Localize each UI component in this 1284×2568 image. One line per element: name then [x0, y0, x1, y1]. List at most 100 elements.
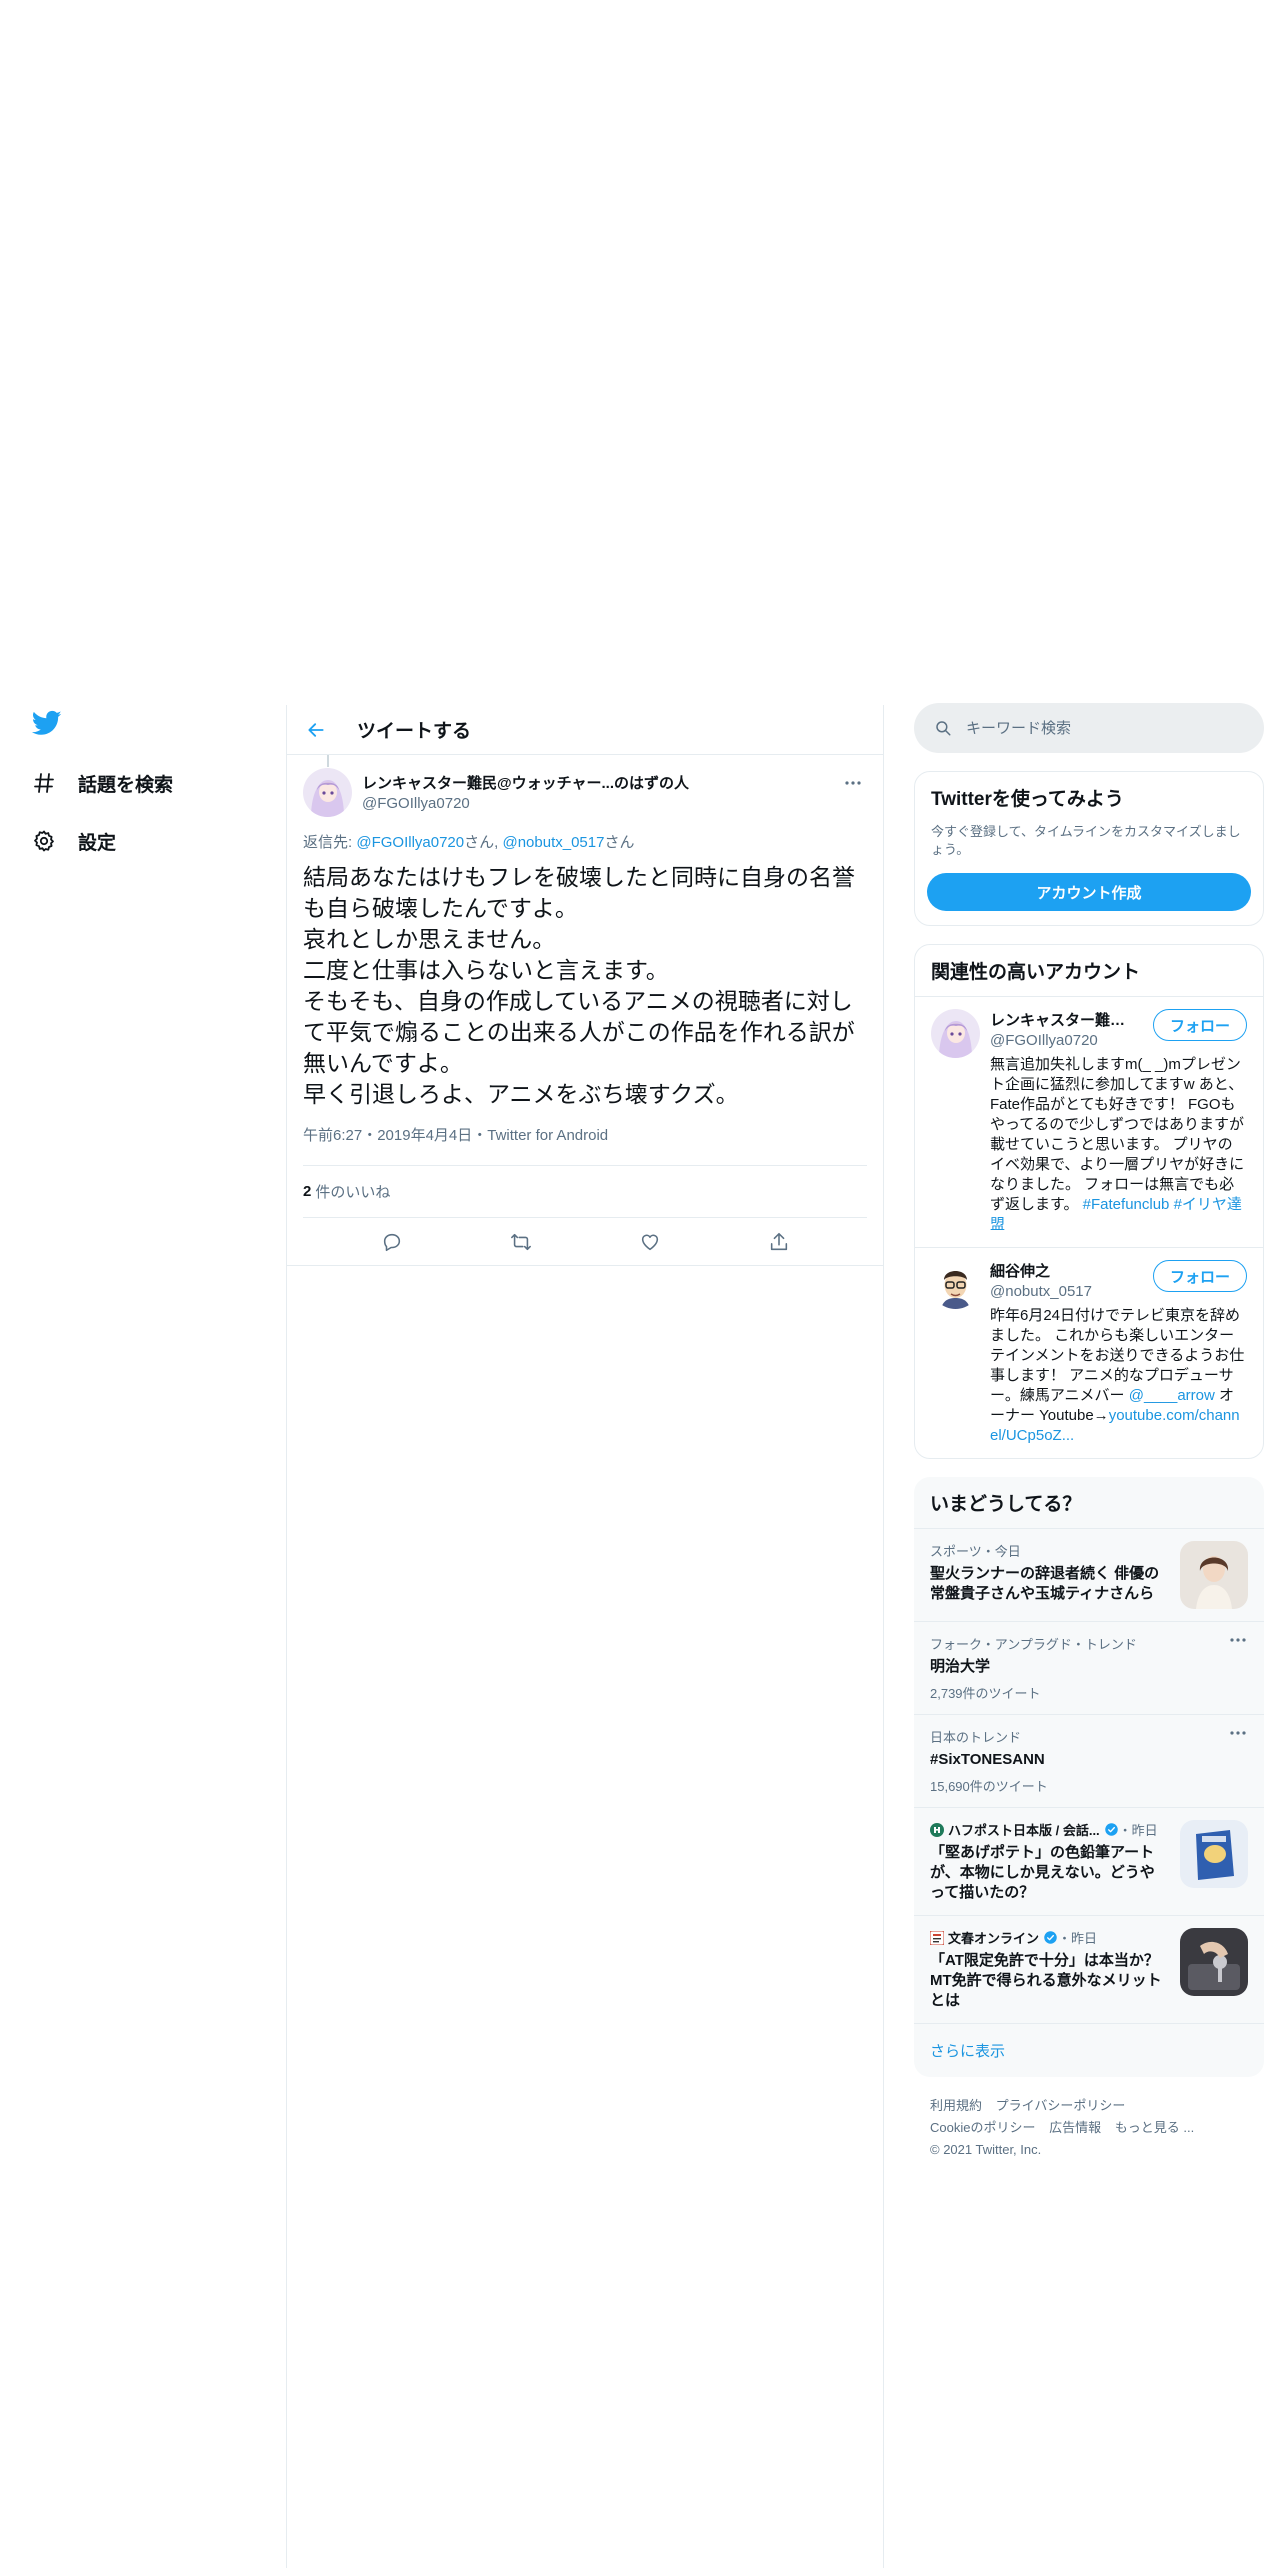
news-item[interactable]: ハフポスト日本版 / 会話... ・昨日 「堅あげポテト」の色鉛筆アートが、本物…: [914, 1807, 1264, 1915]
back-button[interactable]: [299, 713, 333, 747]
account-name[interactable]: 細谷伸之: [990, 1260, 1092, 1281]
news-source-logo-icon: [930, 1822, 944, 1837]
search-icon: [936, 721, 951, 736]
likes-label: 件のいいね: [315, 1184, 391, 1201]
trend-item[interactable]: スポーツ・今日 聖火ランナーの辞退者続く 俳優の常盤貴子さんや玉城ティナさんら: [914, 1528, 1264, 1621]
account-handle[interactable]: @nobutx_0517: [990, 1283, 1092, 1300]
reply-user-link[interactable]: @FGOIllya0720: [356, 834, 464, 851]
trend-more-button[interactable]: [1228, 1632, 1248, 1648]
verified-badge-icon: [1044, 1931, 1057, 1944]
news-thumbnail: [1180, 1928, 1248, 1996]
trend-item[interactable]: フォーク・アンプラグド・トレンド 明治大学 2,739件のツイート: [914, 1621, 1264, 1714]
retweet-button[interactable]: [504, 1225, 538, 1259]
trend-title: 聖火ランナーの辞退者続く 俳優の常盤貴子さんや玉城ティナさんら: [930, 1565, 1160, 1602]
account-item[interactable]: レンキャスター難民@... @FGOIllya0720 フォロー 無言追加失礼し…: [915, 996, 1263, 1247]
trend-tweet-count: 15,690件のツイート: [930, 1779, 1048, 1794]
main-column: ツイートする レンキャスター難民@ウォッチャー...のはずの人 @FGOIlly…: [287, 705, 883, 1266]
news-time: ・昨日: [1118, 1823, 1158, 1838]
footer-terms-link[interactable]: 利用規約: [930, 2098, 982, 2113]
relevant-accounts-card: 関連性の高いアカウント レンキャスター難民@... @FGOIllya0720: [914, 944, 1264, 1459]
nav-item-settings[interactable]: 設定: [30, 816, 116, 866]
tweet-actions: [287, 1218, 883, 1266]
more-dots-icon: [1230, 1731, 1246, 1735]
hashtag-icon: [30, 769, 58, 797]
more-dots-icon: [845, 781, 861, 785]
account-bio: 昨年6月24日付けでテレビ東京を辞めました。 これからも楽しいエンターテインメン…: [990, 1306, 1247, 1446]
bio-mention-link[interactable]: @____arrow: [1129, 1387, 1215, 1404]
news-source: 文春オンライン ・昨日: [930, 1928, 1168, 1947]
reply-button[interactable]: [375, 1225, 409, 1259]
likes-count: 2: [303, 1183, 312, 1200]
news-body: ハフポスト日本版 / 会話... ・昨日 「堅あげポテト」の色鉛筆アートが、本物…: [930, 1820, 1168, 1903]
nav-item-explore[interactable]: 話題を検索: [30, 758, 173, 808]
account-bio: 無言追加失礼しますm(_ _)mプレゼント企画に猛烈に参加してますw あと、Fa…: [990, 1055, 1247, 1235]
author-handle[interactable]: @FGOIllya0720: [362, 795, 839, 812]
nav-item-label: 話題を検索: [78, 774, 174, 796]
verified-badge-icon: [1104, 1823, 1118, 1836]
arrow-left-icon: [308, 722, 324, 737]
trend-tweet-count: 2,739件のツイート: [930, 1686, 1041, 1701]
show-more-link[interactable]: さらに表示: [914, 2023, 1264, 2077]
search-box[interactable]: [914, 703, 1264, 753]
account-header: レンキャスター難民@... @FGOIllya0720 フォロー: [990, 1009, 1247, 1049]
account-name[interactable]: レンキャスター難民@...: [990, 1009, 1140, 1030]
footer: 利用規約 プライバシーポリシー Cookieのポリシー 広告情報 もっと見る .…: [914, 2077, 1264, 2179]
news-title: 「堅あげポテト」の色鉛筆アートが、本物にしか見えない。どうやって描いたの？: [930, 1844, 1155, 1901]
signup-title: Twitterを使ってみよう: [931, 789, 1124, 810]
reply-to-line: 返信先: @FGOIllya0720さん, @nobutx_0517さん: [303, 831, 867, 852]
author-name[interactable]: レンキャスター難民@ウォッチャー...のはずの人: [362, 772, 839, 793]
footer-ads-link[interactable]: 広告情報: [1049, 2120, 1101, 2135]
likes-row[interactable]: 2 件のいいね: [303, 1166, 867, 1218]
search-input[interactable]: [966, 719, 1226, 737]
account-header: 細谷伸之 @nobutx_0517 フォロー: [990, 1260, 1247, 1300]
trend-more-button[interactable]: [1228, 1725, 1248, 1741]
nav-item-label: 設定: [78, 832, 117, 854]
main-header: ツイートする: [287, 705, 883, 755]
author-info: レンキャスター難民@ウォッチャー...のはずの人 @FGOIllya0720: [362, 772, 839, 812]
trend-body: スポーツ・今日 聖火ランナーの辞退者続く 俳優の常盤貴子さんや玉城ティナさんら: [930, 1541, 1168, 1609]
account-item[interactable]: 細谷伸之 @nobutx_0517 フォロー 昨年6月24日付けでテレビ東京を辞…: [915, 1247, 1263, 1458]
more-dots-icon: [1230, 1638, 1246, 1642]
create-account-button[interactable]: アカウント作成: [927, 873, 1251, 911]
avatar[interactable]: [931, 1260, 980, 1309]
account-body: レンキャスター難民@... @FGOIllya0720 フォロー 無言追加失礼し…: [990, 1009, 1247, 1235]
trend-item[interactable]: 日本のトレンド #SixTONESANN 15,690件のツイート: [914, 1714, 1264, 1807]
news-item[interactable]: 文春オンライン ・昨日 「AT限定免許で十分」は本当か？ MT免許で得られる意外…: [914, 1915, 1264, 2023]
thread-line: [327, 755, 329, 767]
reply-icon: [383, 1233, 400, 1251]
more-options-button[interactable]: [839, 769, 867, 797]
reply-suffix: さん,: [464, 834, 503, 851]
follow-button[interactable]: フォロー: [1152, 1260, 1247, 1292]
news-title: 「AT限定免許で十分」は本当か？ MT免許で得られる意外なメリットとは: [930, 1952, 1174, 2009]
twitter-bird-icon[interactable]: [30, 708, 64, 738]
footer-privacy-link[interactable]: プライバシーポリシー: [996, 2098, 1126, 2113]
footer-more-link[interactable]: もっと見る ...: [1115, 2120, 1194, 2135]
reply-user-link[interactable]: @nobutx_0517: [502, 834, 604, 851]
signup-card: Twitterを使ってみよう 今すぐ登録して、タイムラインをカスタマイズしましょ…: [914, 771, 1264, 926]
trend-body: 日本のトレンド #SixTONESANN 15,690件のツイート: [930, 1727, 1248, 1795]
account-handle[interactable]: @FGOIllya0720: [990, 1032, 1140, 1049]
avatar[interactable]: [931, 1009, 980, 1058]
trend-meta: フォーク・アンプラグド・トレンド: [930, 1637, 1137, 1652]
follow-button[interactable]: フォロー: [1152, 1009, 1247, 1041]
news-thumbnail: [1180, 1820, 1248, 1888]
share-icon: [770, 1232, 787, 1250]
bio-text: 無言追加失礼しますm(_ _)mプレゼント企画に猛烈に参加してますw あと、Fa…: [990, 1056, 1245, 1213]
tweet-text: 結局あなたはけもフレを破壊したと同時に自身の名誉も自ら破壊したんですよ。 哀れと…: [303, 864, 855, 1107]
footer-copyright: © 2021 Twitter, Inc.: [930, 2142, 1042, 2157]
gear-icon: [30, 827, 58, 855]
share-button[interactable]: [762, 1225, 796, 1259]
footer-cookie-link[interactable]: Cookieのポリシー: [930, 2120, 1035, 2135]
like-button[interactable]: [633, 1225, 667, 1259]
news-source-name: 文春オンライン: [948, 1931, 1040, 1946]
relevant-accounts-title: 関連性の高いアカウント: [931, 962, 1141, 983]
page-title: ツイートする: [357, 721, 472, 742]
news-source-logo-icon: [930, 1930, 944, 1945]
avatar[interactable]: [303, 767, 352, 817]
heart-icon: [641, 1234, 658, 1250]
tweet-timestamp[interactable]: 午前6:27・2019年4月4日・Twitter for Android: [303, 1124, 867, 1166]
retweet-icon: [510, 1233, 531, 1250]
news-body: 文春オンライン ・昨日 「AT限定免許で十分」は本当か？ MT免許で得られる意外…: [930, 1928, 1174, 2011]
right-sidebar: Twitterを使ってみよう 今すぐ登録して、タイムラインをカスタマイズしましょ…: [914, 703, 1264, 2179]
trend-body: フォーク・アンプラグド・トレンド 明治大学 2,739件のツイート: [930, 1634, 1248, 1702]
